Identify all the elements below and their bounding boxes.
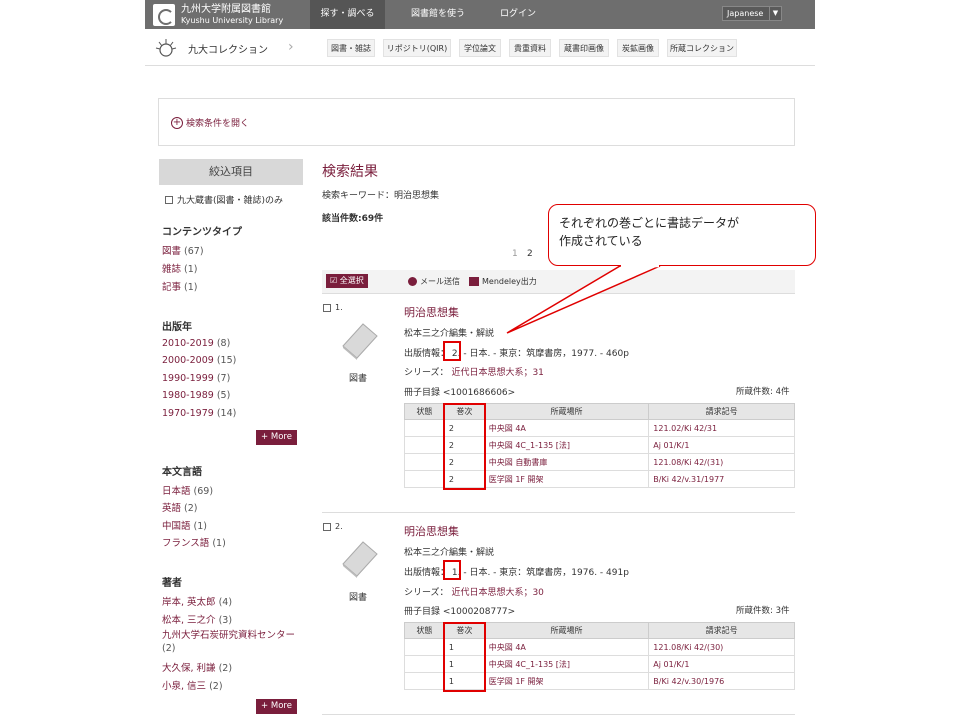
col-status: 状態 [404, 622, 445, 639]
result-toolbar: ☑ 全選択 メール送信 Mendeley出力 [322, 270, 795, 294]
record-series: シリーズ： 近代日本思想大系；30 [404, 588, 544, 598]
hit-count: 該当件数:69件 [322, 214, 384, 224]
language-value: Japanese [727, 9, 764, 18]
library-logo[interactable]: 九州大学附属図書館 Kyushu University Library [153, 3, 293, 27]
page-link-1[interactable]: 1 [512, 249, 518, 259]
record-divider [322, 714, 795, 715]
material-type: 図書 [349, 374, 368, 384]
filter-section-title: 著者 [162, 578, 182, 589]
search-keyword: 検索キーワード：明治思想集 [322, 191, 440, 201]
page-title: 検索結果 [322, 164, 378, 180]
annotation-line-2: 作成されている [559, 234, 643, 248]
record-title[interactable]: 明治思想集 [404, 523, 459, 539]
filter-item[interactable]: 中国語 (1) [162, 518, 207, 532]
filter-item[interactable]: 2010-2019 (8) [162, 338, 230, 349]
collection-icon [155, 39, 177, 57]
filter-section-title: 本文言語 [162, 467, 202, 478]
record-author: 松本三之介編集・解説 [404, 548, 495, 558]
record-title[interactable]: 明治思想集 [404, 304, 459, 320]
book-icon [342, 541, 378, 578]
record-catalog: 冊子目録 <1000208777> [404, 607, 516, 617]
mendeley-export-link[interactable]: Mendeley出力 [469, 276, 537, 287]
search-condition-box: + 検索条件を開く [158, 98, 795, 146]
record-author: 松本三之介編集・解説 [404, 329, 495, 339]
col-status: 状態 [404, 403, 445, 420]
record-checkbox[interactable]: 2. [323, 522, 343, 531]
record-catalog: 冊子目録 <1001686606> [404, 388, 516, 398]
highlight-volume-column2 [443, 622, 486, 692]
filter-item[interactable]: 記事 (1) [162, 279, 198, 293]
record-series: シリーズ： 近代日本思想大系；31 [404, 368, 544, 378]
collection-bar: 九大コレクション › 図書・雑誌 リポジトリ(QIR) 学位論文 貴重資料 蔵書… [145, 29, 815, 66]
mail-icon [408, 277, 417, 286]
highlight-volume-column1 [443, 403, 486, 490]
filter-item[interactable]: 雑誌 (1) [162, 261, 198, 275]
filter-item[interactable]: 1970-1979 (14) [162, 408, 236, 419]
col-call-number: 請求記号 [648, 622, 795, 639]
col-location: 所蔵場所 [483, 622, 650, 639]
filter-item[interactable]: 日本語 (69) [162, 483, 213, 497]
holdings-count: 所蔵件数: 3件 [736, 606, 790, 616]
open-search-condition-link[interactable]: + 検索条件を開く [171, 116, 249, 129]
record-publication: 出版情報： 2. - 日本. - 東京：筑摩書房，1977. - 460p [404, 349, 629, 359]
chevron-down-icon: ▼ [769, 7, 781, 20]
logo-title: 九州大学附属図書館 [181, 4, 271, 15]
nav-login[interactable]: ログイン [493, 0, 543, 29]
send-mail-link[interactable]: メール送信 [408, 276, 460, 287]
filter-item[interactable]: 松本, 三之介 (3) [162, 612, 232, 626]
nav-use-library[interactable]: 図書館を使う [403, 0, 473, 29]
annotation-callout: それぞれの巻ごとに書誌データが 作成されている [548, 204, 816, 266]
filter-item[interactable]: 英語 (2) [162, 500, 198, 514]
highlight-volume-record2 [443, 560, 461, 580]
tab-coal-images[interactable]: 炭鉱画像 [617, 39, 659, 57]
tab-rare-materials[interactable]: 貴重資料 [509, 39, 551, 57]
holdings-count: 所蔵件数: 4件 [736, 387, 790, 397]
tab-repository[interactable]: リポジトリ(QIR) [383, 39, 451, 57]
record-divider [322, 512, 795, 513]
language-select[interactable]: Japanese ▼ [722, 6, 782, 21]
kyudai-only-checkbox[interactable]: 九大蔵書(図書・雑誌)のみ [165, 193, 283, 206]
filter-heading: 絞込項目 [159, 159, 303, 185]
record-checkbox[interactable]: 1. [323, 303, 343, 312]
page-link-2[interactable]: 2 [527, 249, 533, 259]
filter-item[interactable]: 図書 (67) [162, 243, 204, 257]
checkbox-icon[interactable] [165, 195, 173, 204]
annotation-line-1: それぞれの巻ごとに書誌データが [559, 216, 740, 230]
library-logo-icon [153, 4, 175, 26]
filter-section-title: コンテンツタイプ [162, 227, 242, 238]
more-button-year[interactable]: + More [256, 430, 297, 445]
logo-subtitle: Kyushu University Library [181, 16, 284, 25]
record-publication: 出版情報： 1. - 日本. - 東京：筑摩書房，1976. - 491p [404, 568, 629, 578]
tab-holdings-collection[interactable]: 所蔵コレクション [667, 39, 737, 57]
tab-books-journals[interactable]: 図書・雑誌 [327, 39, 375, 57]
more-button-author[interactable]: + More [256, 699, 297, 714]
nav-search[interactable]: 探す・調べる [310, 0, 385, 29]
filter-section-title: 出版年 [162, 322, 192, 333]
filter-item[interactable]: 1990-1999 (7) [162, 373, 230, 384]
chevron-right-icon: › [288, 39, 294, 55]
collection-label[interactable]: 九大コレクション [188, 41, 268, 56]
kyudai-only-label: 九大蔵書(図書・雑誌)のみ [177, 196, 284, 206]
top-bar: 九州大学附属図書館 Kyushu University Library 探す・調… [145, 0, 815, 29]
book-icon [342, 323, 378, 360]
filter-item[interactable]: 1980-1989 (5) [162, 390, 230, 401]
filter-item[interactable]: 小泉, 信三 (2) [162, 678, 223, 692]
tab-seal-images[interactable]: 蔵書印画像 [559, 39, 609, 57]
material-type: 図書 [349, 593, 368, 603]
mendeley-icon [469, 277, 479, 286]
filter-item[interactable]: 岸本, 英太郎 (4) [162, 594, 232, 608]
filter-item[interactable]: 九州大学石炭研究資料センター (2) [162, 629, 297, 655]
filter-item[interactable]: 2000-2009 (15) [162, 355, 236, 366]
col-location: 所蔵場所 [483, 403, 650, 420]
col-call-number: 請求記号 [648, 403, 795, 420]
plus-circle-icon: + [171, 116, 183, 129]
highlight-volume-record1 [443, 341, 461, 361]
filter-item[interactable]: 大久保, 利謙 (2) [162, 660, 232, 674]
tab-theses[interactable]: 学位論文 [459, 39, 501, 57]
select-all-button[interactable]: ☑ 全選択 [326, 274, 368, 288]
filter-item[interactable]: フランス語 (1) [162, 535, 226, 549]
open-search-condition-label: 検索条件を開く [186, 119, 250, 129]
